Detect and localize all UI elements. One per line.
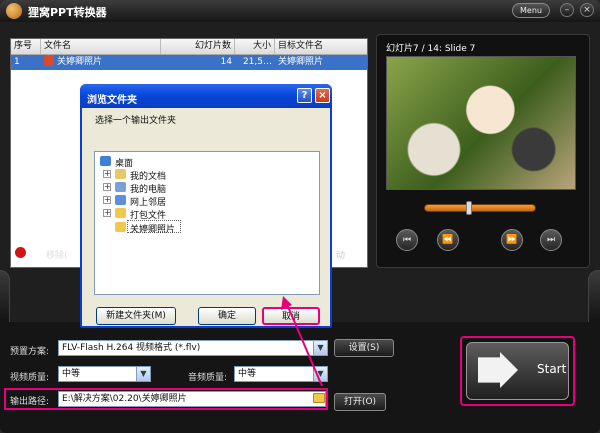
video-quality-select[interactable]: 中等 ▼	[58, 366, 151, 382]
table-row[interactable]: 1 关婷卿照片 14 21,5… 关婷卿照片	[11, 55, 367, 70]
browse-folder-icon[interactable]	[313, 393, 325, 403]
settings-button[interactable]: 设置(S)	[334, 339, 394, 357]
remove-button-label[interactable]: 移除(	[46, 248, 68, 261]
new-folder-button[interactable]: 新建文件夹(M)	[96, 307, 176, 325]
row-index: 1	[14, 57, 20, 67]
expand-icon[interactable]: +	[103, 209, 111, 217]
column-slides[interactable]: 幻灯片数	[161, 39, 235, 54]
help-icon[interactable]: ?	[297, 88, 312, 103]
previous-slide-icon[interactable]: ⏪	[437, 229, 459, 251]
tree-item-package[interactable]: 打包文件	[130, 208, 166, 221]
output-path-value: E:\解决方案\02.20\关婷卿照片	[62, 394, 187, 404]
chevron-down-icon[interactable]: ▼	[313, 341, 327, 355]
row-filename-text: 关婷卿照片	[57, 57, 103, 67]
desktop-icon	[100, 156, 111, 166]
tree-item-selected-folder[interactable]: 关婷卿照片	[130, 222, 175, 235]
preset-select[interactable]: FLV-Flash H.264 视频格式 (*.flv) ▼	[58, 340, 328, 356]
expand-icon[interactable]: +	[103, 170, 111, 178]
row-slides: 14	[220, 57, 232, 67]
dialog-close-icon[interactable]: ×	[315, 88, 330, 103]
audio-quality-select[interactable]: 中等 ▼	[234, 366, 328, 382]
audio-quality-label: 音频质量:	[188, 373, 228, 383]
video-quality-label: 视频质量:	[10, 373, 50, 383]
chevron-down-icon[interactable]: ▼	[313, 367, 327, 381]
first-slide-icon[interactable]: ⏮	[396, 229, 418, 251]
slide-preview-image	[386, 56, 576, 190]
preset-label: 预置方案:	[10, 347, 50, 357]
start-label[interactable]: Start	[537, 362, 566, 376]
tree-item-documents[interactable]: 我的文档	[130, 169, 166, 182]
preset-value: FLV-Flash H.264 视频格式 (*.flv)	[62, 343, 201, 353]
main-window: 狸窝PPT转换器 Menu – × 序号 文件名 幻灯片数 大小 目标文件名 1…	[0, 0, 600, 433]
ppt-file-icon	[44, 55, 54, 66]
preview-progress-track[interactable]	[424, 204, 536, 212]
dialog-title: 浏览文件夹	[87, 95, 137, 106]
video-quality-value: 中等	[62, 369, 81, 379]
expand-icon[interactable]: +	[103, 183, 111, 191]
app-logo-icon	[6, 3, 22, 19]
last-slide-icon[interactable]: ⏭	[540, 229, 562, 251]
documents-folder-icon	[115, 169, 126, 179]
row-filename: 关婷卿照片	[41, 55, 161, 70]
column-filename[interactable]: 文件名	[41, 39, 161, 54]
side-decoration-right	[588, 270, 600, 330]
computer-icon	[115, 182, 126, 192]
column-target[interactable]: 目标文件名	[275, 39, 367, 54]
open-folder-icon	[115, 222, 126, 232]
tree-item-desktop[interactable]: 桌面	[115, 156, 133, 169]
output-path-label: 输出路径:	[10, 397, 50, 407]
slide-label: 幻灯片7 / 14: Slide 7	[386, 44, 476, 54]
audio-quality-value: 中等	[238, 369, 257, 379]
table-header: 序号 文件名 幻灯片数 大小 目标文件名	[11, 39, 367, 55]
row-size: 21,5…	[242, 57, 272, 67]
chevron-down-icon[interactable]: ▼	[136, 367, 150, 381]
tree-item-network[interactable]: 网上邻居	[130, 195, 166, 208]
partially-hidden-text: 动	[336, 251, 346, 261]
close-button[interactable]: ×	[580, 3, 594, 17]
column-index[interactable]: 序号	[11, 39, 41, 54]
open-button[interactable]: 打开(O)	[334, 393, 386, 411]
menu-button[interactable]: Menu	[512, 3, 550, 18]
ok-button[interactable]: 确定	[198, 307, 256, 325]
next-slide-icon[interactable]: ⏩	[501, 229, 523, 251]
cancel-button[interactable]: 取消	[262, 307, 320, 325]
column-size[interactable]: 大小	[235, 39, 275, 54]
remove-icon[interactable]	[14, 246, 27, 259]
output-path-input[interactable]: E:\解决方案\02.20\关婷卿照片	[58, 391, 326, 407]
app-title: 狸窝PPT转换器	[28, 6, 107, 19]
preview-progress-thumb[interactable]	[465, 201, 472, 215]
folder-icon	[115, 208, 126, 218]
row-target: 关婷卿照片	[278, 57, 324, 67]
dialog-prompt: 选择一个输出文件夹	[95, 116, 177, 126]
minimize-button[interactable]: –	[560, 3, 574, 17]
side-decoration-left	[0, 270, 10, 330]
tree-item-computer[interactable]: 我的电脑	[130, 182, 166, 195]
network-icon	[115, 195, 126, 205]
expand-icon[interactable]: +	[103, 196, 111, 204]
